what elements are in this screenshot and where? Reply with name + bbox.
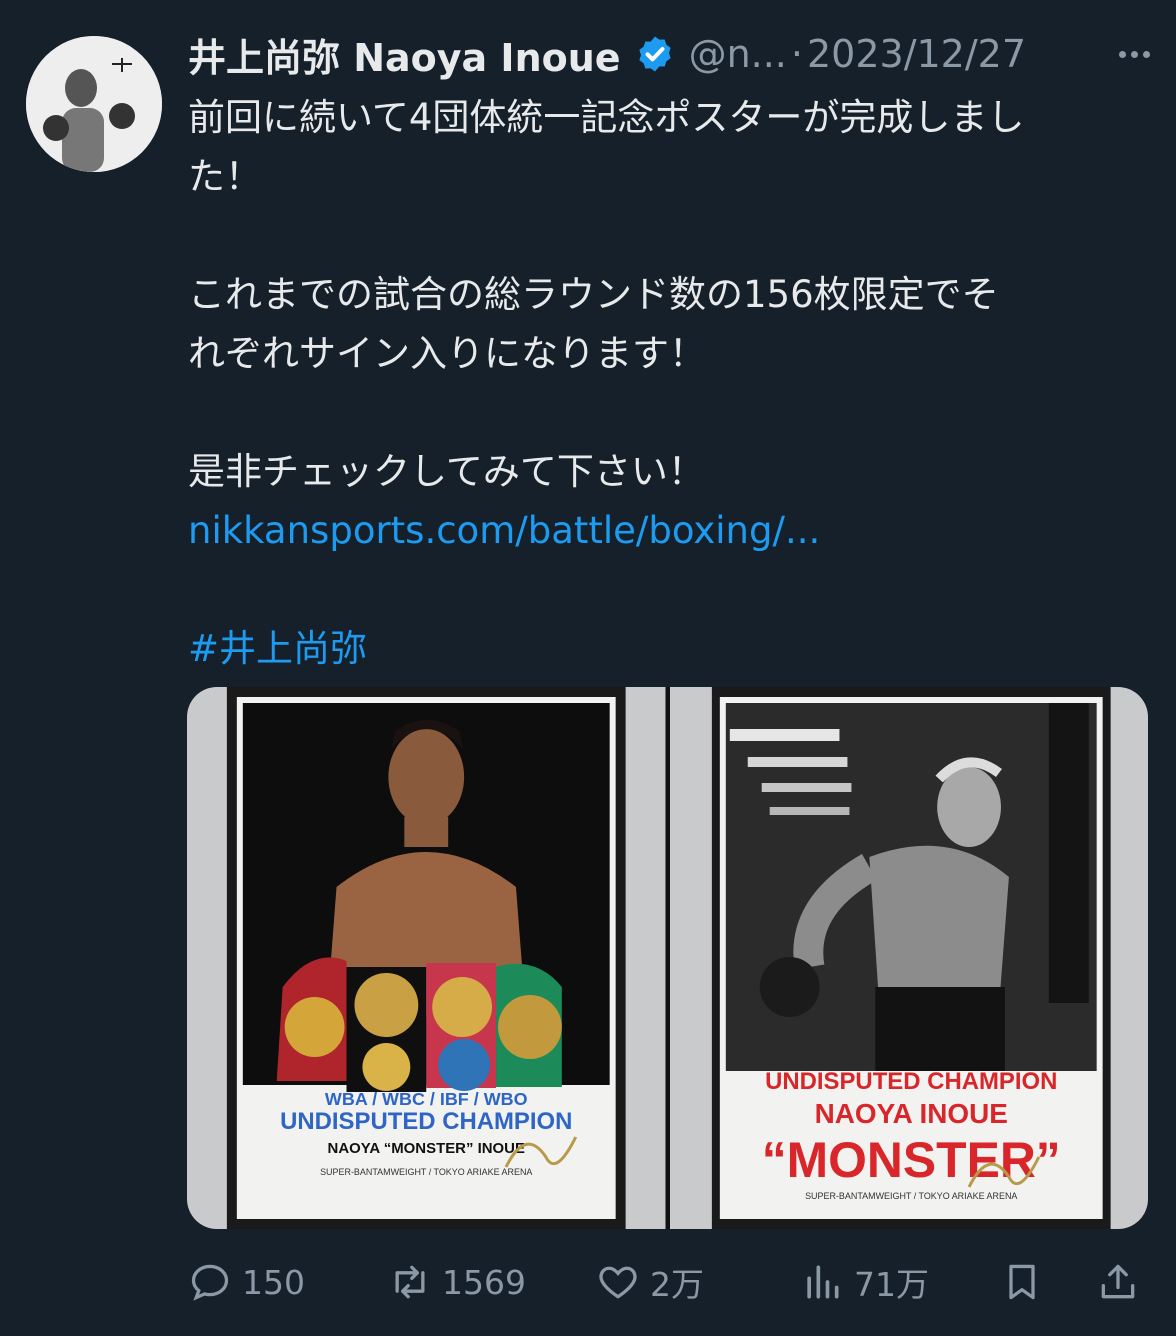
heart-icon <box>599 1266 637 1299</box>
share-icon <box>1101 1264 1135 1299</box>
tweet-text-line: た！ <box>188 155 262 198</box>
poster-image-2[interactable]: UNDISPUTED CHAMPION NAOYA INOUE “MONSTER… <box>669 687 1148 1229</box>
retweet-count: 1569 <box>442 1262 526 1302</box>
reply-count: 150 <box>242 1262 305 1302</box>
poster2-name: NAOYA INOUE <box>814 1098 1007 1129</box>
like-count: 2万 <box>650 1265 704 1304</box>
tweet-date[interactable]: 2023/12/27 <box>807 32 1026 76</box>
view-count: 71万 <box>854 1265 929 1304</box>
bookmark-button[interactable] <box>1000 1260 1044 1304</box>
poster1-belt-line: WBA / WBC / IBF / WBO <box>325 1089 528 1109</box>
poster2-venue: SUPER-BANTAMWEIGHT / TOKYO ARIAKE ARENA <box>805 1191 1017 1201</box>
like-button[interactable]: 2万 <box>596 1258 704 1306</box>
tweet-link[interactable]: nikkansports.com/battle/boxing/... <box>188 501 1153 560</box>
poster2-nickname: “MONSTER” <box>761 1132 1060 1188</box>
reply-button[interactable]: 150 <box>188 1260 305 1304</box>
poster1-headline: UNDISPUTED CHAMPION <box>280 1108 572 1135</box>
display-name[interactable]: 井上尚弥 Naoya Inoue <box>188 27 621 82</box>
poster1-name: NAOYA “MONSTER” INOUE <box>328 1140 525 1157</box>
tweet-text-line <box>188 383 1153 442</box>
views-chart-icon <box>807 1265 839 1299</box>
tweet-text-line <box>188 206 1153 265</box>
tweet-text-line: 前回に続いて4団体統一記念ポスターが完成しまし <box>188 96 1025 139</box>
tweet-actions: 150 1569 2万 71万 <box>188 1255 1143 1309</box>
avatar[interactable] <box>26 36 162 172</box>
avatar-photo <box>26 36 162 172</box>
tweet-header: 井上尚弥 Naoya Inoue @n... · 2023/12/27 <box>188 28 1158 80</box>
media-gallery: WBA / WBC / IBF / WBO UNDISPUTED CHAMPIO… <box>187 687 1148 1229</box>
share-button[interactable] <box>1096 1260 1140 1304</box>
reply-icon <box>191 1264 229 1301</box>
poster2-headline: UNDISPUTED CHAMPION <box>765 1068 1057 1095</box>
header-separator: · <box>790 32 803 76</box>
more-icon[interactable] <box>1119 34 1150 74</box>
tweet-text-spacer <box>188 560 1153 619</box>
tweet-text-line: 是非チェックしてみて下さい！ <box>188 450 705 493</box>
user-handle[interactable]: @n... <box>689 32 787 76</box>
retweet-icon <box>395 1265 425 1299</box>
poster-image-1[interactable]: WBA / WBC / IBF / WBO UNDISPUTED CHAMPIO… <box>187 687 666 1229</box>
views-button[interactable]: 71万 <box>800 1258 929 1306</box>
poster1-venue: SUPER-BANTAMWEIGHT / TOKYO ARIAKE ARENA <box>320 1167 532 1177</box>
tweet-text-line: これまでの試合の総ラウンド数の156枚限定でそ <box>188 273 999 316</box>
tweet-text-line: れぞれサイン入りになります！ <box>188 332 706 375</box>
tweet-text: 前回に続いて4団体統一記念ポスターが完成しまし た！ これまでの試合の総ラウンド… <box>188 88 1153 678</box>
verified-badge-icon <box>638 36 671 72</box>
hashtag-link[interactable]: #井上尚弥 <box>188 619 1153 678</box>
retweet-button[interactable]: 1569 <box>388 1260 526 1304</box>
bookmark-icon <box>1009 1264 1035 1300</box>
